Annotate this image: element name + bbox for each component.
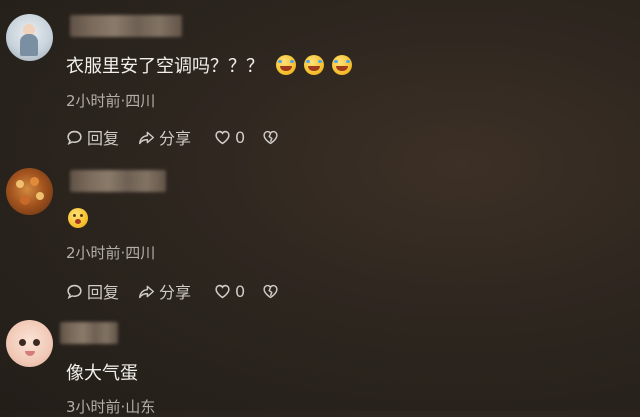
avatar-eye [19,339,26,346]
username-blurred[interactable] [60,322,118,344]
like-count: 0 [235,127,246,147]
username-blurred[interactable] [70,15,182,37]
dislike-button[interactable] [262,283,279,300]
comment-text [66,208,88,228]
share-arrow-icon [138,131,155,144]
comment-text-content: 像大气蛋 [66,363,138,384]
comment-text-content: 衣服里安了空调吗？？？ [66,56,264,77]
avatar-food-dot [16,180,24,188]
avatar-mouth [25,351,35,356]
avatar[interactable] [6,168,53,215]
username-blurred[interactable] [70,170,166,192]
reply-label: 回复 [87,129,120,148]
share-label: 分享 [159,129,192,148]
like-count: 0 [235,281,246,301]
share-label: 分享 [159,283,192,302]
comment-bubble-icon [67,130,82,145]
comment-meta: 2小时前·四川 [66,92,156,110]
avatar-eye [33,339,40,346]
comment-meta: 3小时前·山东 [66,398,156,416]
avatar-figure-body [20,34,38,56]
comment-text: 衣服里安了空调吗？？？ [66,52,352,78]
avatar-food-dot [36,192,44,200]
comment-actions: 回复 分享 0 [66,125,279,149]
flushed-emoji [68,208,88,228]
like-button[interactable]: 0 [214,282,262,301]
share-arrow-icon [138,285,155,298]
reply-button[interactable]: 回复 [66,279,138,303]
avatar-food-dot [30,177,39,186]
dislike-button[interactable] [262,129,279,146]
comment-meta: 2小时前·四川 [66,244,156,262]
share-button[interactable]: 分享 [138,279,214,303]
broken-heart-icon [263,284,278,298]
like-button[interactable]: 0 [214,128,262,147]
avatar[interactable] [6,320,53,367]
reply-button[interactable]: 回复 [66,125,138,149]
heart-icon [215,130,230,144]
avatar-food-dot [20,195,30,205]
avatar[interactable] [6,14,53,61]
laughing-tears-emoji [276,55,296,75]
comment-text: 像大气蛋 [66,359,138,385]
comment-actions: 回复 分享 0 [66,279,279,303]
share-button[interactable]: 分享 [138,125,214,149]
broken-heart-icon [263,130,278,144]
reply-label: 回复 [87,283,120,302]
comment-bubble-icon [67,284,82,299]
laughing-tears-emoji [304,55,324,75]
laughing-tears-emoji [332,55,352,75]
heart-icon [215,284,230,298]
